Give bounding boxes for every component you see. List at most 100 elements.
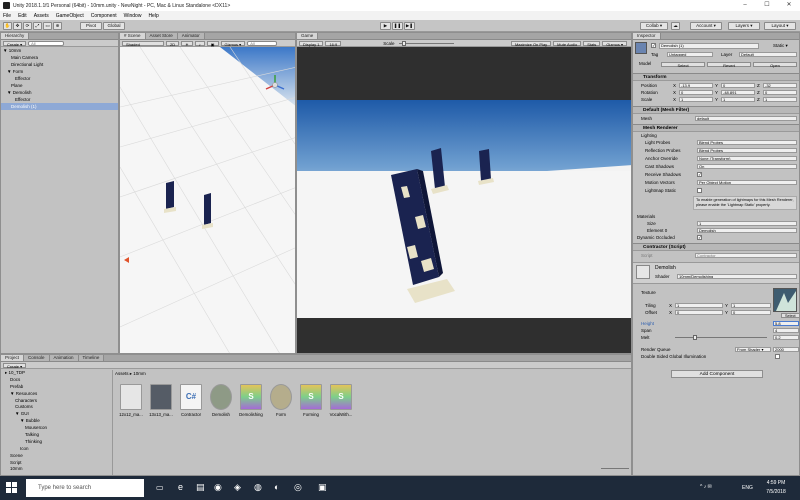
- render-queue-mode-dropdown[interactable]: From Shader ▾: [735, 347, 771, 352]
- mesh-filter-header[interactable]: Default (Mesh Filter): [633, 106, 799, 114]
- account-dropdown[interactable]: Account ▾: [690, 22, 722, 30]
- hand-tool-icon[interactable]: ✋: [3, 22, 12, 30]
- transform-tool-icon[interactable]: ⊕: [53, 22, 62, 30]
- asset-item[interactable]: S Forming: [298, 384, 324, 417]
- transform-y-field[interactable]: -48.891: [721, 90, 755, 95]
- object-name-field[interactable]: Demolish (1): [659, 43, 759, 49]
- language-indicator[interactable]: ENG: [742, 485, 753, 500]
- mute-audio-toggle[interactable]: Mute Audio: [553, 41, 582, 47]
- folder-item[interactable]: ▼ Bubble: [1, 418, 112, 425]
- scale-slider[interactable]: [398, 40, 454, 46]
- span-field[interactable]: 4: [773, 328, 799, 333]
- asset-item[interactable]: 12x12_ma...: [118, 384, 144, 417]
- asset-item[interactable]: S VocalWith...: [328, 384, 354, 417]
- contractor-header[interactable]: Contractor (Script): [633, 243, 799, 251]
- hierarchy-create-button[interactable]: Create ▾: [3, 40, 27, 47]
- project-create-button[interactable]: Create ▾: [3, 362, 27, 369]
- folder-item[interactable]: Characters: [1, 398, 112, 405]
- menu-gameobject[interactable]: GameObject: [56, 13, 84, 19]
- asset-item[interactable]: 13x13_ma...: [148, 384, 174, 417]
- app-icon-5[interactable]: ◍: [254, 482, 262, 500]
- folder-item[interactable]: ▼ GUI: [1, 411, 112, 418]
- step-icon[interactable]: ▶❚: [404, 22, 415, 30]
- folder-item[interactable]: Talking: [1, 432, 112, 439]
- folder-item[interactable]: MouseIcon: [1, 425, 112, 432]
- hierarchy-item[interactable]: Main Camera: [1, 54, 118, 61]
- tab-asset-store[interactable]: Asset Store: [145, 33, 178, 39]
- transform-x-field[interactable]: 1: [679, 97, 713, 102]
- scene-gizmos-dropdown[interactable]: Gizmos ▾: [220, 40, 246, 47]
- model-select-button[interactable]: Select: [661, 62, 705, 68]
- renderer-row-dropdown[interactable]: Per Object Motion: [697, 180, 797, 185]
- asset-item[interactable]: S Demolishing: [238, 384, 264, 417]
- folder-item[interactable]: Thinking: [1, 439, 112, 446]
- rotate-tool-icon[interactable]: ⟳: [23, 22, 32, 30]
- game-gizmos-dropdown[interactable]: Gizmos ▾: [602, 41, 627, 47]
- tiling-y-field[interactable]: 1: [731, 303, 771, 308]
- project-breadcrumb[interactable]: Assets ▸ 10mm: [115, 371, 146, 377]
- menu-edit[interactable]: Edit: [18, 13, 27, 19]
- tab-inspector[interactable]: Inspector: [633, 33, 661, 39]
- materials-foldout[interactable]: Materials: [635, 213, 797, 220]
- edge-icon[interactable]: e: [178, 482, 183, 500]
- tab-timeline[interactable]: Timeline: [78, 355, 105, 361]
- transform-header[interactable]: Transform: [633, 73, 799, 81]
- menu-component[interactable]: Component: [91, 13, 117, 19]
- static-dropdown[interactable]: Static ▾: [773, 43, 788, 49]
- tab-console[interactable]: Console: [24, 355, 50, 361]
- asset-item[interactable]: Form: [268, 384, 294, 417]
- tab-animation[interactable]: Animation: [49, 355, 79, 361]
- windows-start-icon[interactable]: [6, 482, 18, 494]
- app-icon-6[interactable]: ◐: [274, 482, 279, 500]
- stats-toggle[interactable]: Stats: [583, 41, 601, 47]
- task-view-icon[interactable]: ▭: [156, 483, 164, 500]
- transform-z-field[interactable]: 0: [763, 90, 797, 95]
- lighting-toggle-icon[interactable]: ☀: [181, 40, 193, 47]
- model-open-button[interactable]: Open: [753, 62, 797, 68]
- close-button[interactable]: ✕: [778, 0, 800, 11]
- folder-item[interactable]: Scene: [1, 453, 112, 460]
- renderer-row-dropdown[interactable]: Blend Probes: [697, 140, 797, 145]
- add-component-button[interactable]: Add Component: [671, 370, 763, 378]
- file-explorer-icon[interactable]: ▤: [196, 482, 205, 500]
- layout-dropdown[interactable]: Layout ▾: [764, 22, 796, 30]
- menu-file[interactable]: File: [3, 13, 11, 19]
- folder-item[interactable]: Prefab: [1, 384, 112, 391]
- thumbnail-size-slider[interactable]: [601, 468, 629, 469]
- hierarchy-item[interactable]: Demolish (1): [1, 103, 118, 110]
- taskbar-search-input[interactable]: Type here to search: [26, 479, 144, 497]
- tab-animator[interactable]: Animator: [177, 33, 205, 39]
- unity-icon[interactable]: ◈: [234, 482, 241, 500]
- transform-x-field[interactable]: -13.9: [679, 83, 713, 88]
- renderer-row-checkbox[interactable]: ✓: [697, 172, 702, 177]
- menu-assets[interactable]: Assets: [34, 13, 49, 19]
- renderer-row-dropdown[interactable]: None (Transform): [697, 156, 797, 161]
- collab-dropdown[interactable]: Collab ▾: [640, 22, 668, 30]
- maximize-on-play-toggle[interactable]: Maximize On Play: [510, 41, 552, 47]
- folder-item[interactable]: ▼ Resources: [1, 391, 112, 398]
- app-icon-8[interactable]: ▣: [318, 482, 327, 500]
- aspect-dropdown[interactable]: 16:9: [325, 40, 342, 47]
- tab-scene[interactable]: # Scene: [120, 33, 146, 39]
- transform-y-field[interactable]: 1: [721, 97, 755, 102]
- tiling-x-field[interactable]: 1: [675, 303, 723, 308]
- clock[interactable]: 4:59 PM 7/5/2018: [762, 480, 790, 500]
- audio-toggle-icon[interactable]: ♪: [194, 40, 205, 47]
- scene-viewport[interactable]: [120, 47, 296, 354]
- hierarchy-item[interactable]: ▼ Form: [1, 68, 118, 75]
- tab-hierarchy[interactable]: Hierarchy: [1, 33, 30, 39]
- offset-y-field[interactable]: 0: [731, 310, 771, 315]
- menu-help[interactable]: Help: [148, 13, 158, 19]
- melt-field[interactable]: 0.2: [773, 335, 799, 340]
- tray-icons[interactable]: ^ ♪ ✉: [700, 484, 712, 500]
- effects-toggle-icon[interactable]: ▣: [206, 40, 219, 47]
- scale-tool-icon[interactable]: ⤢: [33, 22, 42, 30]
- hierarchy-item[interactable]: Effector: [1, 75, 118, 82]
- hierarchy-item[interactable]: Plane: [1, 82, 118, 89]
- chrome-icon[interactable]: ◉: [214, 482, 222, 500]
- scene-search-input[interactable]: All: [247, 40, 278, 46]
- layer-dropdown[interactable]: Default: [739, 52, 797, 57]
- scale-slider-handle[interactable]: [401, 40, 406, 46]
- asset-item[interactable]: C# Contractor: [178, 384, 204, 417]
- game-viewport[interactable]: [297, 47, 632, 354]
